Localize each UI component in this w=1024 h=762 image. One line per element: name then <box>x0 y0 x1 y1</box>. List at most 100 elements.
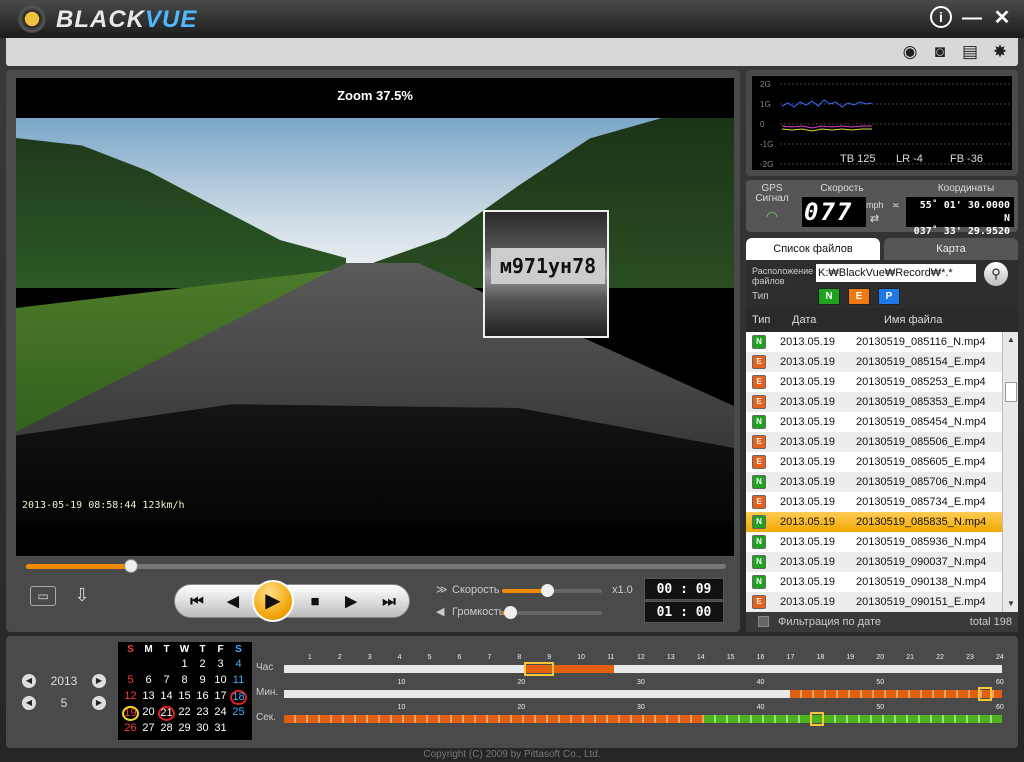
play-button[interactable]: ▶ <box>252 580 294 622</box>
scroll-thumb[interactable] <box>1005 382 1017 402</box>
location-label: Расположение файлов <box>752 266 814 286</box>
calendar-day[interactable]: 23 <box>194 706 211 718</box>
calendar-day[interactable]: 6 <box>140 674 157 686</box>
calendar-day[interactable]: 25 <box>230 706 247 718</box>
calendar-day[interactable]: 3 <box>212 658 229 670</box>
file-row[interactable]: N 2013.05.19 20130519_090037_N.mp4 <box>746 552 1002 572</box>
file-row[interactable]: N 2013.05.19 20130519_085116_N.mp4 <box>746 332 1002 352</box>
file-row[interactable]: N 2013.05.19 20130519_085454_N.mp4 <box>746 412 1002 432</box>
calendar-day[interactable]: 17 <box>212 690 229 702</box>
hour-timeline[interactable] <box>284 662 1002 676</box>
print-icon[interactable]: ▤ <box>959 41 981 63</box>
col-date[interactable]: Дата <box>792 314 816 326</box>
video-viewport[interactable]: Zoom 37.5% 2013-05-19 08:58:44 123km/h м… <box>16 78 734 556</box>
type-n-toggle[interactable]: N <box>818 288 840 305</box>
calendar-day[interactable]: 1 <box>176 658 193 670</box>
zoom-inset[interactable]: м971ун78 <box>483 210 609 338</box>
file-name: 20130519_085154_E.mp4 <box>856 356 986 368</box>
calendar-day[interactable]: 4 <box>230 658 247 670</box>
calendar-day[interactable]: 19 <box>122 706 139 721</box>
timeline-tick: 16 <box>756 654 765 661</box>
calendar-day[interactable]: 29 <box>176 722 193 734</box>
tab-file-list[interactable]: Список файлов <box>746 238 880 260</box>
stop-button[interactable]: ■ <box>297 585 333 619</box>
col-name[interactable]: Имя файла <box>884 314 942 326</box>
file-row[interactable]: N 2013.05.19 20130519_085835_N.mp4 <box>746 512 1002 532</box>
file-row[interactable]: E 2013.05.19 20130519_085154_E.mp4 <box>746 352 1002 372</box>
calendar-day[interactable]: 2 <box>194 658 211 670</box>
calendar-day[interactable]: 26 <box>122 722 139 734</box>
map-icon[interactable]: ◉ <box>899 41 921 63</box>
second-timeline[interactable] <box>284 712 1002 726</box>
calendar-day[interactable]: 12 <box>122 690 139 702</box>
skip-start-button[interactable]: ⏮ <box>179 585 215 619</box>
calendar-day[interactable]: 8 <box>176 674 193 686</box>
hour-marker[interactable] <box>524 662 554 676</box>
month-next-icon[interactable]: ▶ <box>92 696 106 710</box>
calendar-day[interactable]: 28 <box>158 722 175 734</box>
year-next-icon[interactable]: ▶ <box>92 674 106 688</box>
timeline-tick: 60 <box>996 704 1004 711</box>
calendar-day[interactable]: 20 <box>140 706 157 718</box>
calendar-day[interactable]: 15 <box>176 690 193 702</box>
month-value: 5 <box>60 696 68 710</box>
calendar-day[interactable]: 13 <box>140 690 157 702</box>
calendar-day[interactable]: 14 <box>158 690 175 702</box>
file-row[interactable]: E 2013.05.19 20130519_085605_E.mp4 <box>746 452 1002 472</box>
file-row[interactable]: N 2013.05.19 20130519_085706_N.mp4 <box>746 472 1002 492</box>
col-type[interactable]: Тип <box>752 314 770 326</box>
minute-marker[interactable] <box>978 687 992 701</box>
tab-map[interactable]: Карта <box>884 238 1018 260</box>
prev-frame-button[interactable]: ◀ <box>215 585 251 619</box>
file-row[interactable]: E 2013.05.19 20130519_085734_E.mp4 <box>746 492 1002 512</box>
snapshot-icon[interactable]: ▭ <box>30 586 56 606</box>
volume-slider[interactable] <box>502 606 602 619</box>
type-p-toggle[interactable]: P <box>878 288 900 305</box>
calendar-day[interactable]: 21 <box>158 706 175 721</box>
calendar-day[interactable]: 24 <box>212 706 229 718</box>
search-icon[interactable]: ⚲ <box>984 262 1008 286</box>
speed-slider[interactable] <box>502 584 602 597</box>
type-e-toggle[interactable]: E <box>848 288 870 305</box>
minute-timeline[interactable] <box>284 687 1002 701</box>
file-row[interactable]: E 2013.05.19 20130519_085253_E.mp4 <box>746 372 1002 392</box>
file-row[interactable]: N 2013.05.19 20130519_090138_N.mp4 <box>746 572 1002 592</box>
month-prev-icon[interactable]: ◀ <box>22 696 36 710</box>
file-row[interactable]: E 2013.05.19 20130519_085353_E.mp4 <box>746 392 1002 412</box>
minimize-button[interactable]: — <box>960 6 984 30</box>
export-icon[interactable]: ⇩ <box>68 582 96 608</box>
calendar-day[interactable]: 22 <box>176 706 193 718</box>
swap-icon[interactable]: ⇄ <box>870 212 879 225</box>
volume-slider-handle[interactable] <box>504 606 517 619</box>
camera-icon[interactable]: ◙ <box>929 41 951 63</box>
calendar-day[interactable]: 31 <box>212 722 229 734</box>
path-input[interactable]: K:₩BlackVue₩Record₩*.* <box>816 264 976 282</box>
calendar-day[interactable]: 16 <box>194 690 211 702</box>
list-scrollbar[interactable]: ▲ ▼ <box>1002 332 1018 612</box>
skip-end-button[interactable]: ⏭ <box>371 585 407 619</box>
file-row[interactable]: N 2013.05.19 20130519_085936_N.mp4 <box>746 532 1002 552</box>
calendar-day[interactable]: 11 <box>230 674 247 686</box>
calendar-day[interactable]: 10 <box>212 674 229 686</box>
close-button[interactable]: ✕ <box>990 6 1014 30</box>
date-filter-checkbox[interactable] <box>758 616 769 627</box>
seek-bar[interactable] <box>26 559 726 573</box>
seek-handle[interactable] <box>124 559 138 573</box>
calendar-day[interactable]: 30 <box>194 722 211 734</box>
calendar-day[interactable]: 7 <box>158 674 175 686</box>
speed-slider-handle[interactable] <box>541 584 554 597</box>
second-marker[interactable] <box>810 712 824 726</box>
next-frame-button[interactable]: ▶ <box>333 585 369 619</box>
settings-icon[interactable]: ✸ <box>989 41 1011 63</box>
calendar-day[interactable]: 9 <box>194 674 211 686</box>
calendar-day[interactable]: 5 <box>122 674 139 686</box>
scroll-up-icon[interactable]: ▲ <box>1005 334 1017 346</box>
calendar-day[interactable]: 27 <box>140 722 157 734</box>
file-row[interactable]: E 2013.05.19 20130519_085506_E.mp4 <box>746 432 1002 452</box>
info-icon[interactable]: i <box>930 6 952 28</box>
volume-label: Громкость <box>452 606 505 618</box>
calendar-day[interactable]: 18 <box>230 690 247 705</box>
year-prev-icon[interactable]: ◀ <box>22 674 36 688</box>
scroll-down-icon[interactable]: ▼ <box>1005 598 1017 610</box>
file-row[interactable]: E 2013.05.19 20130519_090151_E.mp4 <box>746 592 1002 612</box>
